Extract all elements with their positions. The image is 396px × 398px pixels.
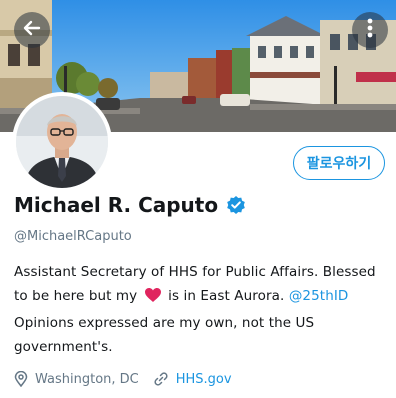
bio-mention-link[interactable]: @25thID — [289, 288, 349, 304]
vertical-ellipsis-icon — [365, 17, 375, 43]
profile-meta-row: Washington, DC HHS.gov — [14, 371, 232, 387]
bio-text-part2: is in East Aurora. — [168, 288, 285, 304]
profile-name-row: Michael R. Caputo — [14, 193, 246, 217]
bio-text-part3: Opinions expressed are my own, not the U… — [14, 315, 315, 355]
more-options-button[interactable] — [352, 12, 388, 48]
verified-badge-icon — [226, 195, 246, 215]
profile-avatar[interactable] — [12, 92, 112, 192]
display-name: Michael R. Caputo — [14, 193, 219, 217]
profile-bio: Assistant Secretary of HHS for Public Af… — [14, 260, 386, 359]
follow-button[interactable]: 팔로우하기 — [293, 146, 385, 180]
profile-location: Washington, DC — [35, 371, 139, 387]
back-button[interactable] — [14, 12, 50, 48]
heart-icon — [144, 287, 162, 311]
arrow-left-icon — [22, 18, 42, 42]
profile-handle: @MichaelRCaputo — [14, 229, 132, 244]
link-icon — [153, 371, 169, 387]
location-pin-icon — [14, 371, 28, 387]
profile-website-link[interactable]: HHS.gov — [176, 372, 232, 387]
